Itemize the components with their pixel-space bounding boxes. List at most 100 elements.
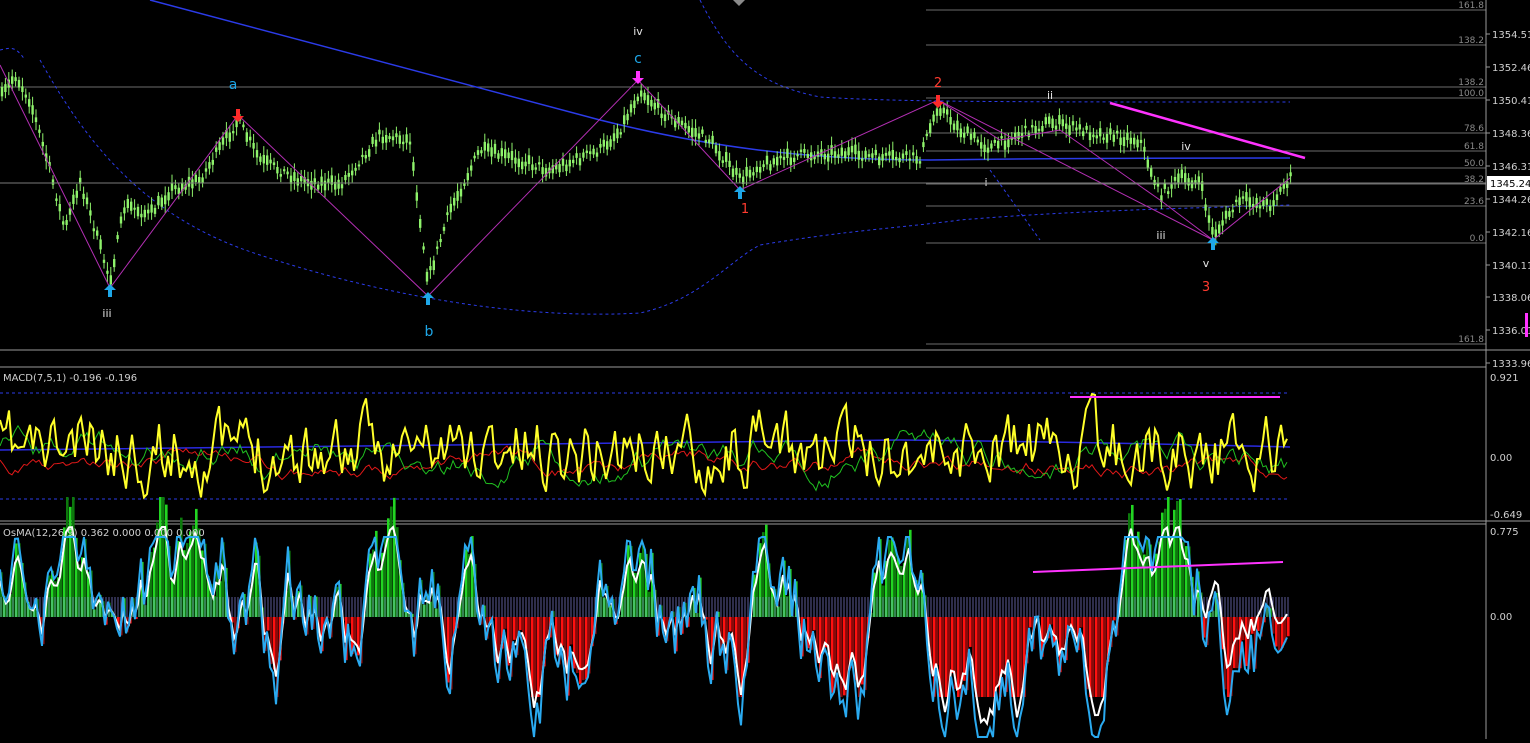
candle-body [337, 180, 339, 189]
candle-body [939, 108, 941, 116]
candle-body [637, 97, 639, 101]
candle-body [171, 183, 173, 191]
candle-body [1269, 206, 1271, 211]
candle-body [722, 160, 724, 163]
candle-body [86, 197, 88, 204]
osma-bar-negative [804, 617, 807, 619]
candle-body [484, 142, 486, 151]
candle-body [878, 157, 880, 166]
osma-bar-positive [1167, 497, 1170, 617]
price-tick-label: 1338.06 [1492, 293, 1530, 304]
candle-body [269, 160, 271, 164]
candle-body [752, 172, 754, 175]
candle-body [684, 123, 686, 128]
candle-body [759, 167, 761, 173]
candle-body [1208, 215, 1210, 222]
candle-body [725, 152, 727, 162]
candle-body [1004, 141, 1006, 150]
candle-body [497, 153, 499, 158]
candle-body [803, 149, 805, 153]
candle-body [966, 126, 968, 132]
price-tick-label: 1340.11 [1492, 261, 1530, 272]
candle-body [592, 149, 594, 155]
candle-body [1245, 192, 1247, 201]
osma-bar-negative [831, 617, 834, 693]
candle-body [446, 212, 448, 215]
candle-body [1225, 211, 1227, 219]
candle-body [1068, 125, 1070, 135]
candle-body [42, 142, 44, 146]
candle-body [888, 151, 890, 155]
osma-bar-negative [1236, 617, 1239, 668]
candle-body [1099, 128, 1101, 136]
candle-body [1021, 133, 1023, 138]
candle-body [1096, 135, 1098, 138]
candle-body [405, 134, 407, 142]
candle-body [320, 177, 322, 186]
osma-bar-negative [1008, 617, 1011, 660]
candle-body [827, 154, 829, 162]
candle-body [18, 80, 20, 88]
candle-body [895, 157, 897, 160]
candle-body [450, 204, 452, 212]
candle-body [1289, 172, 1291, 176]
candle-body [1187, 178, 1189, 185]
candle-body [1126, 133, 1128, 140]
candle-body [596, 153, 598, 157]
candle-body [779, 156, 781, 159]
candle-body [909, 158, 911, 160]
candle-body [368, 149, 370, 157]
candle-body [1174, 177, 1176, 181]
wave-label: ii [1047, 89, 1053, 102]
candle-body [613, 133, 615, 141]
candle-body [837, 154, 839, 157]
osma-indicator-label: OsMA(12,26,9) 0.362 0.000 0.000 0.000 [3, 528, 205, 539]
candle-body [660, 114, 662, 118]
candle-body [973, 132, 975, 138]
candle-body [1089, 132, 1091, 140]
fib-level-label: 138.2 [1458, 36, 1484, 46]
candle-body [93, 228, 95, 231]
candle-body [565, 165, 567, 172]
osma-bar-negative [951, 617, 954, 673]
candle-body [1082, 131, 1084, 136]
candle-body [382, 137, 384, 143]
candle-body [834, 151, 836, 158]
osma-bar-negative [513, 617, 516, 640]
wave-label: iii [1156, 229, 1165, 242]
candle-body [1235, 200, 1237, 202]
candle-body [402, 142, 404, 144]
candle-body [1065, 124, 1067, 129]
osma-bar-negative [936, 617, 939, 665]
osma-bar-negative [1080, 617, 1083, 627]
candle-body [698, 133, 700, 138]
osma-bar-negative [1113, 617, 1116, 620]
candle-body [222, 137, 224, 144]
candle-body [841, 148, 843, 156]
candle-body [691, 128, 693, 137]
osma-bar-negative [1095, 617, 1098, 697]
candle-body [1177, 174, 1179, 184]
trading-chart-window: 161.8138.2138.2100.078.661.850.038.223.6… [0, 0, 1530, 739]
candle-body [739, 173, 741, 177]
candle-body [793, 158, 795, 162]
candle-body [796, 154, 798, 156]
candle-body [810, 152, 812, 160]
candle-body [246, 132, 248, 142]
candle-body [65, 220, 67, 225]
candle-body [1221, 220, 1223, 225]
candle-body [990, 144, 992, 149]
candle-body [297, 178, 299, 185]
candle-body [1092, 135, 1094, 138]
candle-body [300, 176, 302, 181]
scroll-indicator[interactable] [1525, 313, 1528, 337]
candle-body [766, 156, 768, 165]
candle-body [154, 208, 156, 214]
osma-bar-positive [1173, 510, 1176, 617]
candle-body [31, 105, 33, 114]
fib-level-label: 161.8 [1458, 1, 1484, 11]
candle-body [756, 167, 758, 172]
osma-bar-negative [942, 617, 945, 697]
chart-canvas: 161.8138.2138.2100.078.661.850.038.223.6… [0, 0, 1530, 739]
candle-body [351, 171, 353, 176]
